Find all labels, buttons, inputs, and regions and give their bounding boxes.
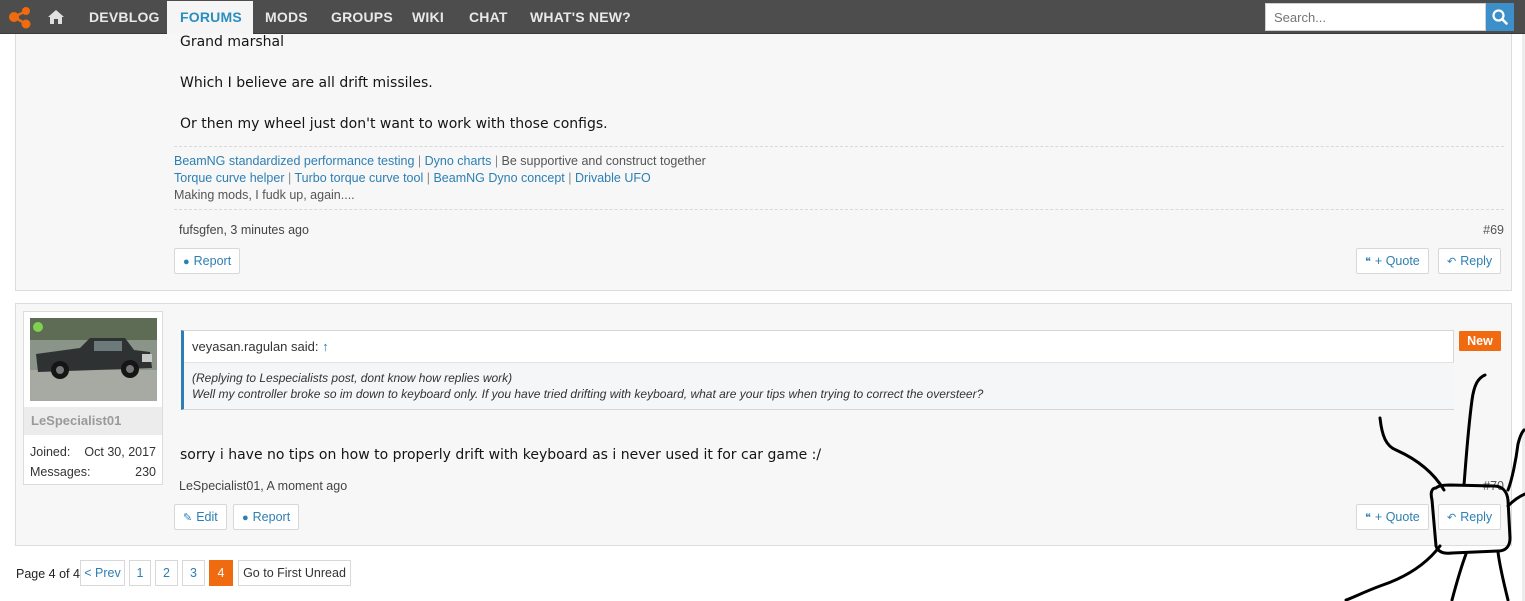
reply-button[interactable]: ↶ Reply: [1438, 248, 1502, 274]
messages-label: Messages:: [30, 465, 91, 479]
quote-line: (Replying to Lespecialists post, dont kn…: [192, 371, 513, 385]
top-navigation: DEVBLOG FORUMS MODS GROUPS WIKI CHAT WHA…: [0, 0, 1525, 34]
search-icon: [1492, 9, 1508, 25]
user-card: LeSpecialist01 Joined: Oct 30, 2017 Mess…: [23, 311, 163, 485]
quote-block: veyasan.ragulan said: ↑ (Replying to Les…: [181, 330, 1454, 410]
nav-forums[interactable]: FORUMS: [167, 1, 253, 34]
prev-page-button[interactable]: < Prev: [80, 560, 125, 586]
search-button[interactable]: [1486, 3, 1514, 31]
report-button[interactable]: ● Report: [174, 248, 241, 274]
beamng-logo[interactable]: [6, 5, 34, 29]
avatar[interactable]: [30, 318, 157, 401]
post-text: sorry i have no tips on how to properly …: [180, 447, 822, 463]
report-button[interactable]: ● Report: [233, 504, 300, 530]
new-badge: New: [1459, 331, 1501, 351]
nav-chat[interactable]: CHAT: [469, 0, 508, 34]
jump-to-quote-icon[interactable]: ↑: [322, 339, 329, 354]
signature-divider: [174, 146, 1504, 147]
quote-button[interactable]: ❝ + Quote: [1356, 504, 1429, 530]
page-2-button[interactable]: 2: [155, 560, 178, 586]
quote-icon: ❝: [1365, 256, 1371, 268]
nav-mods[interactable]: MODS: [265, 0, 308, 34]
username[interactable]: LeSpecialist01: [24, 407, 162, 435]
joined-value: Oct 30, 2017: [84, 445, 156, 459]
messages-value[interactable]: 230: [135, 465, 156, 479]
reply-icon: ↶: [1447, 256, 1457, 268]
post-text-line: Grand marshal: [180, 34, 285, 50]
nav-whats-new[interactable]: WHAT'S NEW?: [530, 0, 631, 34]
quote-header: veyasan.ragulan said: ↑: [192, 339, 329, 354]
reply-button[interactable]: ↶ Reply: [1438, 504, 1502, 530]
first-unread-button[interactable]: Go to First Unread: [238, 560, 351, 586]
quote-author: veyasan.ragulan said:: [192, 339, 319, 354]
post-number[interactable]: #69: [1483, 223, 1504, 237]
quote-line: Well my controller broke so im down to k…: [192, 387, 984, 401]
post-70: LeSpecialist01 Joined: Oct 30, 2017 Mess…: [15, 303, 1512, 546]
reply-icon: ↶: [1447, 512, 1457, 524]
quote-icon: ❝: [1365, 512, 1371, 524]
quote-button[interactable]: ❝ + Quote: [1356, 248, 1429, 274]
page-3-button[interactable]: 3: [182, 560, 205, 586]
page-1-button[interactable]: 1: [129, 560, 151, 586]
search-input[interactable]: [1265, 3, 1486, 31]
signature-line-2: Torque curve helper | Turbo torque curve…: [174, 171, 651, 185]
thread-page: Grand marshal Which I believe are all dr…: [0, 34, 1522, 601]
nav-devblog[interactable]: DEVBLOG: [89, 0, 160, 34]
sig-link-drivable-ufo[interactable]: Drivable UFO: [575, 171, 651, 185]
online-status-icon: [33, 322, 43, 332]
post-69: Grand marshal Which I believe are all dr…: [15, 34, 1512, 291]
post-number[interactable]: #70: [1483, 479, 1504, 493]
sig-link-torque-curve-helper[interactable]: Torque curve helper: [174, 171, 284, 185]
alert-icon: ●: [242, 512, 249, 524]
sig-link-dyno-charts[interactable]: Dyno charts: [425, 154, 492, 168]
joined-label: Joined:: [30, 445, 71, 459]
sig-text: Be supportive and construct together: [501, 154, 706, 168]
sig-link-performance-testing[interactable]: BeamNG standardized performance testing: [174, 154, 414, 168]
quote-body: (Replying to Lespecialists post, dont kn…: [184, 362, 1454, 409]
nav-wiki[interactable]: WIKI: [412, 0, 444, 34]
meta-divider: [174, 209, 1504, 210]
post-text-line: Or then my wheel just don't want to work…: [180, 116, 608, 132]
signature-line-3: Making mods, I fudk up, again....: [174, 188, 355, 202]
sig-link-turbo-torque[interactable]: Turbo torque curve tool: [294, 171, 423, 185]
post-text-line: Which I believe are all drift missiles.: [180, 75, 433, 91]
pencil-icon: ✎: [183, 512, 193, 524]
page-4-button[interactable]: 4: [209, 560, 233, 586]
nav-groups[interactable]: GROUPS: [331, 0, 393, 34]
signature-line-1: BeamNG standardized performance testing …: [174, 154, 706, 168]
post-meta[interactable]: LeSpecialist01, A moment ago: [179, 479, 347, 493]
edit-button[interactable]: ✎ Edit: [174, 504, 227, 530]
home-icon[interactable]: [48, 0, 70, 34]
sig-link-dyno-concept[interactable]: BeamNG Dyno concept: [433, 171, 564, 185]
alert-icon: ●: [183, 256, 190, 268]
page-indicator: Page 4 of 4: [16, 567, 80, 581]
post-meta[interactable]: fufsgfen, 3 minutes ago: [179, 223, 309, 237]
